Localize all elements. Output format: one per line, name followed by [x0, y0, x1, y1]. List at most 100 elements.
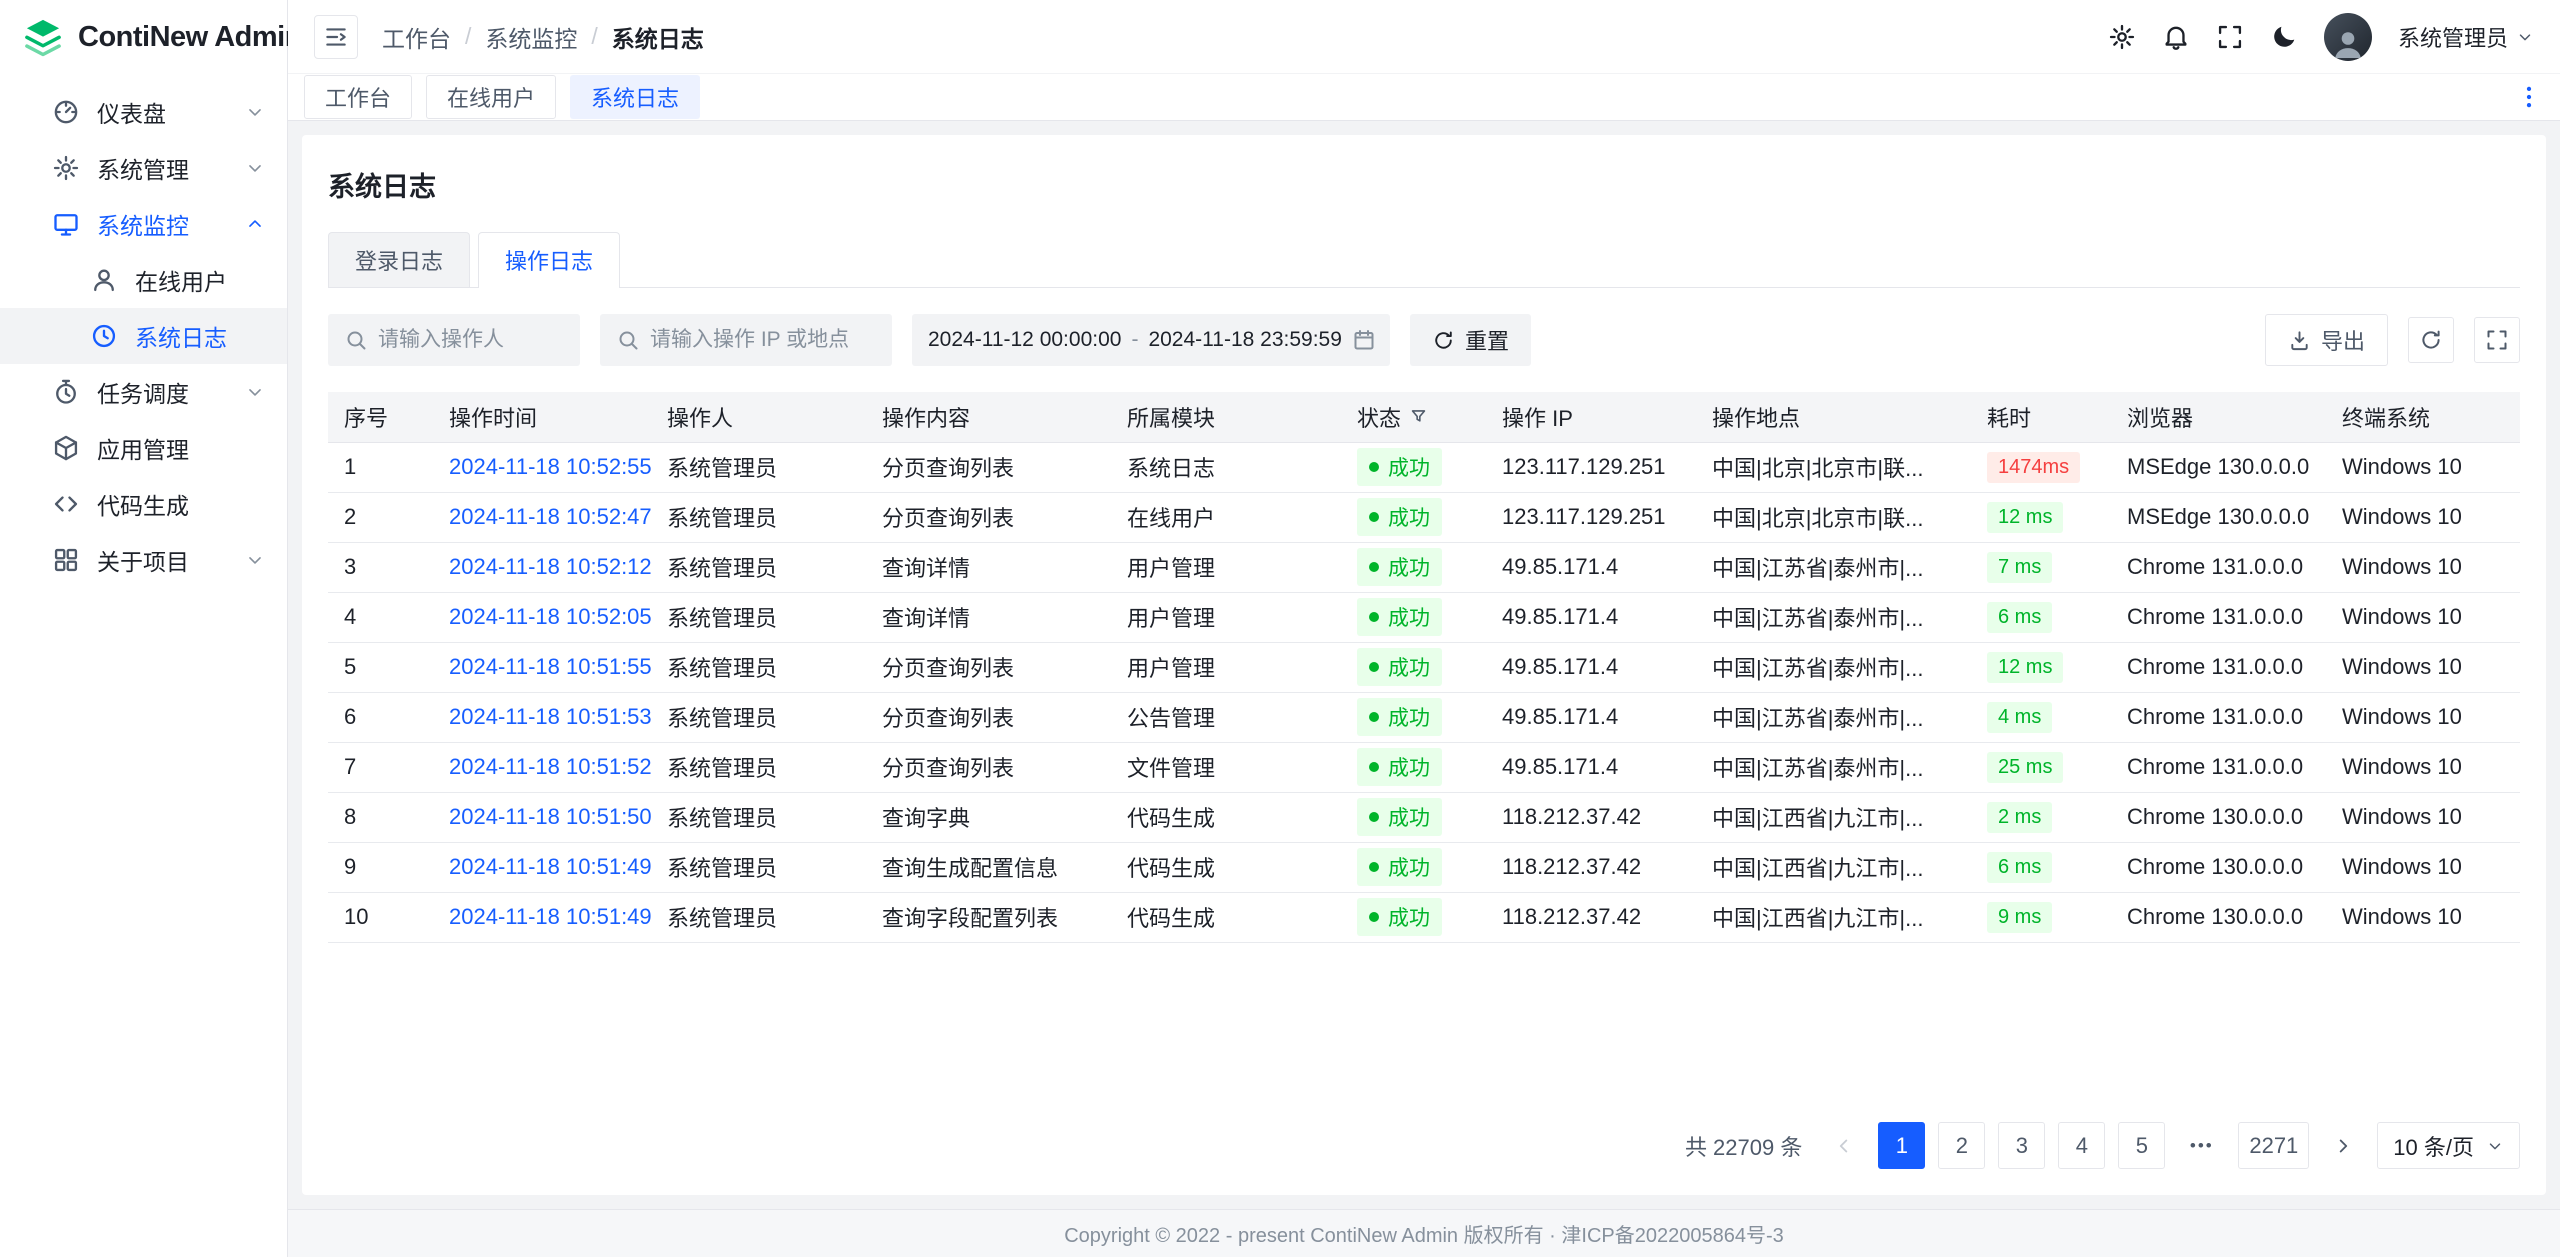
cell-content: 查询生成配置信息 [882, 856, 1058, 881]
log-tab[interactable]: 操作日志 [478, 232, 620, 288]
avatar-person-icon [2330, 25, 2366, 61]
refresh-icon [2419, 328, 2443, 352]
cell-location: 中国|江苏省|泰州市|... [1712, 656, 1923, 681]
operation-time-link[interactable]: 2024-11-18 10:51:53 [449, 704, 651, 729]
log-card: 系统日志 登录日志 操作日志 [302, 135, 2546, 1195]
operation-time-link[interactable]: 2024-11-18 10:51:55 [449, 654, 651, 679]
status-label: 成功 [1388, 902, 1430, 932]
reset-button[interactable]: 重置 [1410, 314, 1531, 366]
cell-content: 分页查询列表 [882, 506, 1014, 531]
cell-index: 7 [344, 754, 356, 779]
sidebar-item-icon [52, 378, 80, 406]
notification-bell-icon[interactable] [2162, 23, 2190, 51]
ip-search-input[interactable] [650, 328, 876, 352]
date-range-picker[interactable]: 2024-11-12 00:00:00 - 2024-11-18 23:59:5… [912, 314, 1390, 366]
breadcrumb-label[interactable]: 系统监控 [485, 20, 577, 54]
cell-ip: 123.117.129.251 [1502, 504, 1666, 529]
sidebar-item[interactable]: 应用管理 [0, 420, 287, 476]
cell-os: Windows 10 [2342, 704, 2462, 729]
breadcrumb-label[interactable]: 系统日志 [612, 20, 704, 54]
status-dot [1369, 562, 1379, 572]
nav-tab-label: 在线用户 [447, 86, 535, 111]
app-title: ContiNew Admin [78, 21, 302, 54]
card-wrap: 系统日志 登录日志 操作日志 [288, 121, 2560, 1209]
pagination-page-button[interactable]: 4 [2058, 1122, 2105, 1169]
status-label: 成功 [1388, 752, 1430, 782]
cost-badge: 2 ms [1987, 802, 2052, 833]
fullscreen-icon[interactable] [2216, 23, 2244, 51]
sidebar-item[interactable]: 关于项目 [0, 532, 287, 588]
sidebar-item[interactable]: 仪表盘 [0, 84, 287, 140]
pagination-page-button[interactable]: 2 [1938, 1122, 1985, 1169]
cell-os: Windows 10 [2342, 754, 2462, 779]
cell-os: Windows 10 [2342, 454, 2462, 479]
table-refresh-button[interactable] [2408, 317, 2454, 363]
column-header: 序号 [328, 392, 433, 442]
cost-badge: 25 ms [1987, 752, 2063, 783]
cell-operator: 系统管理员 [667, 506, 777, 531]
pagination-page-button[interactable]: 2271 [2238, 1122, 2309, 1169]
sidebar-item[interactable]: 代码生成 [0, 476, 287, 532]
sidebar-item-label: 系统管理 [97, 151, 228, 185]
pagination-page-button[interactable]: 3 [1998, 1122, 2045, 1169]
sidebar-item[interactable]: 系统监控 [0, 196, 287, 252]
table-fullscreen-button[interactable] [2474, 317, 2520, 363]
status-label: 成功 [1388, 502, 1430, 532]
pagination-page-label: 3 [2016, 1133, 2028, 1159]
breadcrumb-label[interactable]: 工作台 [382, 20, 451, 54]
sidebar-collapse-button[interactable] [314, 15, 358, 59]
nav-tab[interactable]: 工作台 [304, 75, 412, 119]
pagination-page-button[interactable]: 5 [2118, 1122, 2165, 1169]
cell-ip: 49.85.171.4 [1502, 554, 1618, 579]
cell-module: 用户管理 [1127, 656, 1215, 681]
operation-time-link[interactable]: 2024-11-18 10:51:49 [449, 904, 651, 929]
sidebar-item-label: 系统日志 [135, 319, 265, 353]
cell-location: 中国|江西省|九江市|... [1712, 806, 1923, 831]
pagination-next-button[interactable] [2322, 1125, 2364, 1167]
table-row: 3 2024-11-18 10:52:12 系统管理员 查询详情 用户管理 成功 [328, 542, 2520, 592]
operation-time-link[interactable]: 2024-11-18 10:51:49 [449, 854, 651, 879]
pagination-page-label: 1 [1896, 1133, 1908, 1159]
status-dot [1369, 912, 1379, 922]
tab-actions-icon[interactable] [2514, 82, 2544, 112]
footer: Copyright © 2022 - present ContiNew Admi… [288, 1209, 2560, 1257]
operation-time-link[interactable]: 2024-11-18 10:52:55 [449, 454, 651, 479]
sidebar-item[interactable]: 系统日志 [0, 308, 287, 364]
dark-mode-moon-icon[interactable] [2270, 23, 2298, 51]
operation-time-link[interactable]: 2024-11-18 10:51:50 [449, 804, 651, 829]
operation-time-link[interactable]: 2024-11-18 10:52:12 [449, 554, 651, 579]
nav-tab[interactable]: 系统日志 [570, 75, 700, 119]
cell-module: 文件管理 [1127, 756, 1215, 781]
operation-time-link[interactable]: 2024-11-18 10:52:47 [449, 504, 651, 529]
export-button[interactable]: 导出 [2265, 314, 2388, 366]
sidebar-item[interactable]: 在线用户 [0, 252, 287, 308]
cell-operator: 系统管理员 [667, 556, 777, 581]
status-dot [1369, 662, 1379, 672]
filter-funnel-icon[interactable] [1409, 407, 1428, 426]
sidebar-item-icon [52, 434, 80, 462]
logo[interactable]: ContiNew Admin [0, 0, 287, 74]
settings-gear-icon[interactable] [2108, 23, 2136, 51]
user-avatar[interactable] [2324, 13, 2372, 61]
cell-content: 查询详情 [882, 606, 970, 631]
sidebar-item[interactable]: 系统管理 [0, 140, 287, 196]
cell-operator: 系统管理员 [667, 756, 777, 781]
nav-tab[interactable]: 在线用户 [426, 75, 556, 119]
page-size-select[interactable]: 10 条/页 [2377, 1122, 2520, 1169]
pagination-prev-button[interactable] [1823, 1125, 1865, 1167]
operator-search-input[interactable] [378, 328, 564, 352]
cell-browser: Chrome 131.0.0.0 [2127, 754, 2303, 779]
sidebar-item[interactable]: 任务调度 [0, 364, 287, 420]
column-header-label: 状态 [1357, 401, 1401, 433]
operation-time-link[interactable]: 2024-11-18 10:51:52 [449, 754, 651, 779]
breadcrumb-separator: / [465, 23, 471, 50]
cell-ip: 123.117.129.251 [1502, 454, 1666, 479]
log-tab[interactable]: 登录日志 [328, 232, 470, 287]
pagination-page-button[interactable]: ••• [2178, 1122, 2225, 1169]
operation-time-link[interactable]: 2024-11-18 10:52:05 [449, 604, 651, 629]
nav-tab-label: 工作台 [325, 86, 391, 111]
pagination-page-button[interactable]: 1 [1878, 1122, 1925, 1169]
pagination: 共 22709 条 1 2 [328, 1100, 2520, 1169]
user-menu[interactable]: 系统管理员 [2398, 21, 2534, 53]
user-name: 系统管理员 [2398, 21, 2508, 53]
